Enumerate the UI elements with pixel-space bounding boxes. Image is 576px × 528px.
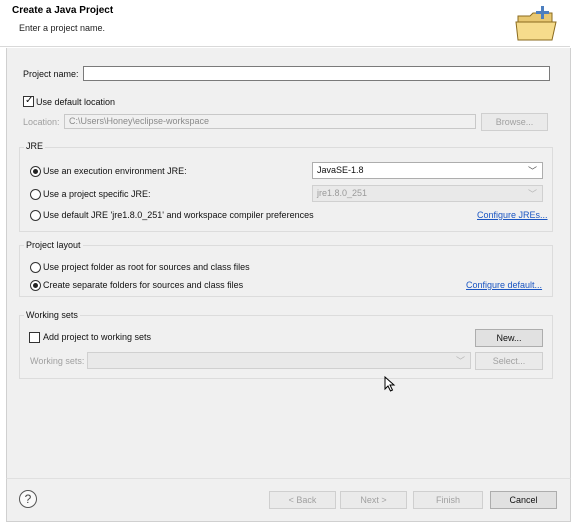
execution-environment-value: JavaSE-1.8 xyxy=(317,165,364,175)
working-sets-group-title: Working sets xyxy=(24,310,80,320)
select-working-sets-button[interactable]: Select... xyxy=(475,352,543,370)
layout-separate-radio[interactable] xyxy=(30,280,41,291)
layout-root-label: Use project folder as root for sources a… xyxy=(43,262,250,272)
jre-specific-label: Use a project specific JRE: xyxy=(43,189,151,199)
jre-default-radio[interactable] xyxy=(30,210,41,221)
project-specific-jre-select[interactable]: jre1.8.0_251 ﹀ xyxy=(312,185,543,202)
wizard-header: Create a Java Project Enter a project na… xyxy=(0,0,570,47)
project-layout-group-title: Project layout xyxy=(24,240,83,250)
chevron-down-icon: ﹀ xyxy=(527,166,537,176)
checkmark-icon: ✓ xyxy=(25,95,34,106)
project-name-label: Project name: xyxy=(23,69,79,79)
add-to-working-sets-checkbox[interactable] xyxy=(29,332,40,343)
layout-root-radio[interactable] xyxy=(30,262,41,273)
chevron-down-icon: ﹀ xyxy=(527,189,537,199)
use-default-location-checkbox[interactable]: ✓ xyxy=(23,95,34,107)
wizard-subtitle: Enter a project name. xyxy=(19,23,106,33)
cancel-button[interactable]: Cancel xyxy=(490,491,557,509)
finish-button[interactable]: Finish xyxy=(413,491,483,509)
configure-default-link[interactable]: Configure default... xyxy=(466,280,542,290)
working-sets-group xyxy=(19,315,553,379)
jre-env-label: Use an execution environment JRE: xyxy=(43,166,187,176)
working-sets-label: Working sets: xyxy=(30,356,85,366)
jre-specific-radio[interactable] xyxy=(30,189,41,200)
execution-environment-select[interactable]: JavaSE-1.8 ﹀ xyxy=(312,162,543,179)
working-sets-select[interactable]: ﹀ xyxy=(87,352,471,369)
project-specific-jre-value: jre1.8.0_251 xyxy=(317,188,368,198)
layout-separate-label: Create separate folders for sources and … xyxy=(43,280,244,290)
location-label: Location: xyxy=(23,117,60,127)
add-to-working-sets-label: Add project to working sets xyxy=(43,332,152,342)
project-name-input[interactable] xyxy=(83,66,550,81)
help-icon[interactable]: ? xyxy=(19,490,37,508)
location-input[interactable]: C:\Users\Honey\eclipse-workspace xyxy=(64,114,476,129)
new-java-project-folder-icon xyxy=(515,6,557,41)
jre-default-label: Use default JRE 'jre1.8.0_251' and works… xyxy=(43,210,314,220)
use-default-location-label: Use default location xyxy=(36,97,116,107)
wizard-title: Create a Java Project xyxy=(12,5,114,16)
chevron-down-icon: ﹀ xyxy=(455,356,465,366)
browse-button[interactable]: Browse... xyxy=(481,113,548,131)
next-button[interactable]: Next > xyxy=(340,491,407,509)
jre-env-radio[interactable] xyxy=(30,166,41,177)
configure-jres-link[interactable]: Configure JREs... xyxy=(477,210,548,220)
jre-group-title: JRE xyxy=(24,141,46,151)
back-button[interactable]: < Back xyxy=(269,491,336,509)
new-working-set-button[interactable]: New... xyxy=(475,329,543,347)
mouse-pointer-icon xyxy=(384,376,396,392)
